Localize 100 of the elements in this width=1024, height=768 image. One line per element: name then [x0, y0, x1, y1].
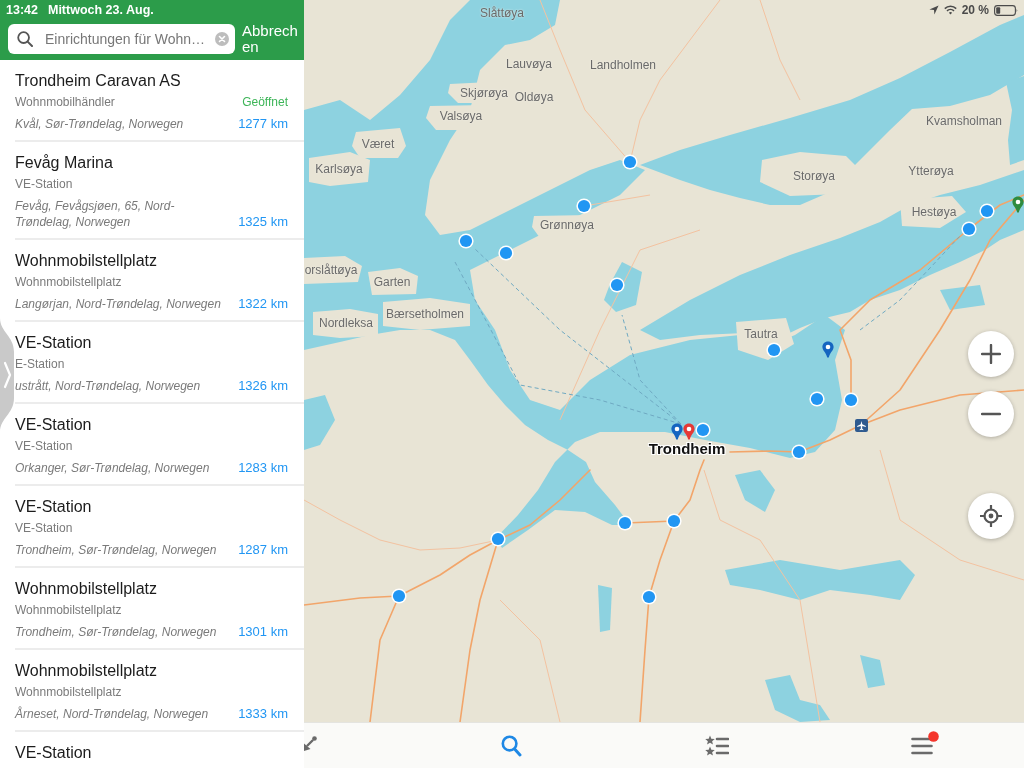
- map-pin-icon[interactable]: [671, 423, 683, 441]
- result-title: Trondheim Caravan AS: [15, 71, 182, 91]
- map-dot-icon[interactable]: [961, 221, 977, 237]
- result-title: VE-Station: [15, 415, 93, 435]
- place-label: Oldøya: [514, 91, 554, 105]
- map-dot-icon[interactable]: [609, 277, 625, 293]
- result-distance: 1326 km: [238, 378, 288, 394]
- menu-icon: [910, 736, 933, 755]
- cancel-button[interactable]: Abbrechen: [242, 23, 300, 55]
- lake: [940, 285, 985, 310]
- map-dot-icon[interactable]: [809, 391, 825, 407]
- result-address: Fevåg, Fevågsjøen, 65, Nord-Trøndelag, Norwegen: [15, 198, 176, 230]
- city-label: Trondheim: [648, 440, 726, 458]
- place-label: Kvamsholman: [926, 115, 1002, 129]
- result-category: Wohnmobilstellplatz: [15, 274, 123, 290]
- map-dot-icon[interactable]: [695, 422, 711, 438]
- place-label: Karlsøya: [315, 163, 363, 177]
- lake: [598, 585, 612, 632]
- result-title: Wohnmobilstellplatz: [15, 251, 158, 271]
- result-distance: 1277 km: [238, 116, 288, 132]
- place-label: Bærsetholmen: [386, 308, 464, 322]
- place-label: orslåttøya: [304, 264, 358, 278]
- place-label: Storøya: [793, 170, 835, 184]
- map-dot-icon[interactable]: [458, 233, 474, 249]
- result-address: Trondheim, Sør-Trøndelag, Norwegen: [15, 542, 218, 558]
- result-category: E-Station: [15, 356, 66, 372]
- place-label: Været: [361, 138, 395, 152]
- lake: [860, 655, 885, 688]
- star-list-icon: [704, 734, 729, 757]
- result-address: Langørjan, Nord-Trøndelag, Norwegen: [15, 296, 222, 312]
- island: [304, 256, 362, 284]
- place-label: Ytterøya: [908, 165, 954, 179]
- result-category: Wohnmobilstellplatz: [15, 684, 123, 700]
- result-category: VE-Station: [15, 438, 74, 454]
- map-dot-icon[interactable]: [576, 198, 592, 214]
- island: [313, 309, 378, 338]
- close-icon[interactable]: [215, 32, 229, 46]
- result-title: VE-Station: [15, 333, 93, 353]
- map-dot-icon[interactable]: [843, 392, 859, 408]
- lake: [765, 675, 830, 722]
- result-category: VE-Station: [15, 176, 74, 192]
- result-address: Kvål, Sør-Trøndelag, Norwegen: [15, 116, 185, 132]
- search-icon: [17, 31, 33, 47]
- result-address: Årneset, Nord-Trøndelag, Norwegen: [15, 706, 210, 722]
- map-dot-icon[interactable]: [666, 513, 682, 529]
- wifi-icon: [943, 5, 957, 15]
- place-label: Nordleksa: [319, 317, 373, 331]
- result-title: VE-Station: [15, 497, 93, 517]
- place-label: Landholmen: [589, 59, 657, 73]
- island: [352, 128, 406, 158]
- map-dot-icon[interactable]: [979, 203, 995, 219]
- map-pin-icon[interactable]: [1012, 196, 1024, 214]
- map-pin-icon[interactable]: [822, 341, 834, 359]
- map-dot-icon[interactable]: [766, 342, 782, 358]
- status-time: 13:42: [6, 2, 38, 17]
- map-dot-icon[interactable]: [791, 444, 807, 460]
- place-label: Hestøya: [911, 206, 957, 220]
- island: [900, 196, 966, 228]
- result-address: Trondheim, Sør-Trøndelag, Norwegen: [15, 624, 218, 640]
- result-distance: 1301 km: [238, 624, 288, 640]
- map-pin-icon[interactable]: [683, 423, 695, 441]
- location-arrow-icon: [928, 5, 939, 15]
- search-icon: [501, 734, 523, 757]
- result-address: ustrått, Nord-Trøndelag, Norwegen: [15, 378, 202, 394]
- island: [309, 152, 370, 186]
- place-label: Garten: [373, 276, 411, 290]
- result-category: Wohnmobilstellplatz: [15, 602, 123, 618]
- target-icon: [980, 505, 1002, 527]
- map-dot-icon[interactable]: [391, 588, 407, 604]
- place-label: Tautra: [744, 328, 778, 342]
- result-category: Wohnmobilhändler: [15, 94, 116, 110]
- result-category: VE-Station: [15, 520, 74, 536]
- map-dot-icon[interactable]: [498, 245, 514, 261]
- result-address: Orkanger, Sør-Trøndelag, Norwegen: [15, 460, 211, 476]
- lake: [735, 470, 775, 512]
- battery-icon: [994, 4, 1018, 16]
- minus-icon: [981, 412, 1001, 416]
- map-dot-icon[interactable]: [641, 589, 657, 605]
- open-status: Geöffnet: [242, 94, 288, 110]
- result-distance: 1322 km: [238, 296, 288, 312]
- search-field[interactable]: Einrichtungen für Wohn…: [8, 24, 235, 54]
- place-label: Lauvøya: [506, 58, 552, 72]
- map-dot-icon[interactable]: [490, 531, 506, 547]
- battery-percent: 20 %: [961, 3, 989, 17]
- plus-icon: [981, 344, 1001, 364]
- map-dot-icon[interactable]: [622, 154, 638, 170]
- place-label: Grønnøya: [540, 219, 594, 233]
- result-title: Wohnmobilstellplatz: [15, 579, 158, 599]
- map-dot-icon[interactable]: [617, 515, 633, 531]
- result-title: Fevåg Marina: [15, 153, 114, 173]
- result-title: VE-Station: [15, 743, 93, 763]
- place-label: Valsøya: [439, 110, 483, 124]
- status-date: Mittwoch 23. Aug.: [48, 2, 154, 17]
- place-label: Skjørøya: [460, 87, 508, 101]
- result-distance: 1287 km: [238, 542, 288, 558]
- chevron-icon: [3, 361, 12, 389]
- result-distance: 1325 km: [238, 214, 288, 230]
- result-title: Wohnmobilstellplatz: [15, 661, 158, 681]
- result-distance: 1283 km: [238, 460, 288, 476]
- place-label: Slåttøya: [480, 7, 524, 21]
